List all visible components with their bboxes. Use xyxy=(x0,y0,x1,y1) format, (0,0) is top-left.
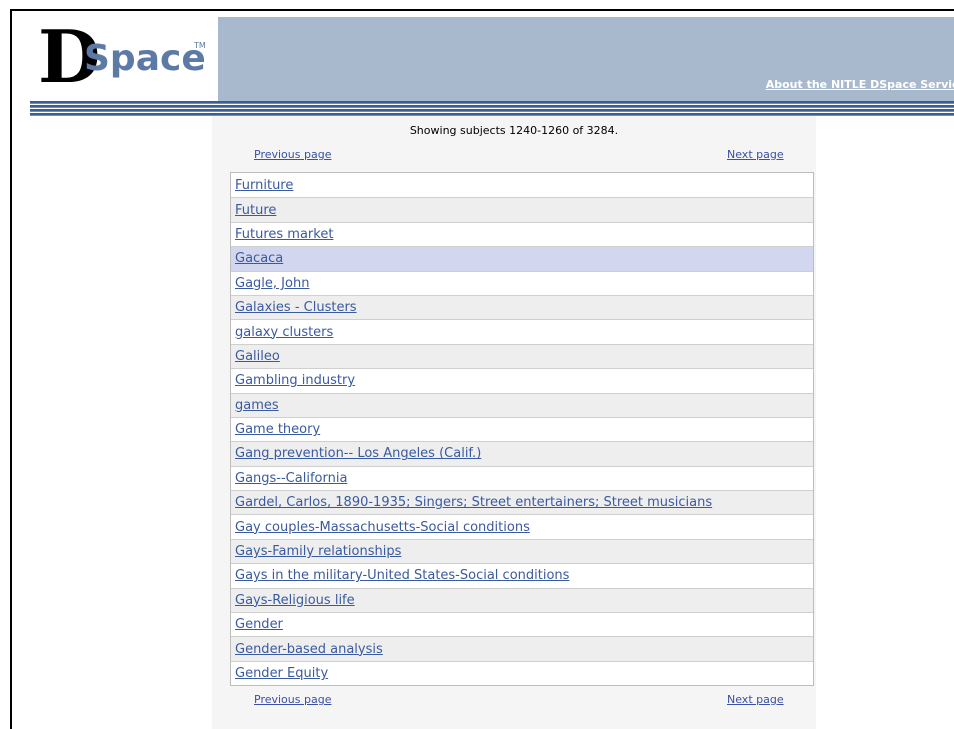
header-banner: About the NITLE DSpace Service xyxy=(218,17,954,101)
previous-page-link-top[interactable]: Previous page xyxy=(254,148,331,161)
subject-link[interactable]: Gender-based analysis xyxy=(235,642,383,657)
browser-frame: D Space TM About the NITLE DSpace Servic… xyxy=(10,9,954,729)
subject-row: Futures market xyxy=(231,221,813,247)
subject-row: galaxy clusters xyxy=(231,319,813,344)
subject-list: Furniture Future Futures market Gacaca Gagle… xyxy=(230,172,814,687)
subject-row: Gender xyxy=(231,612,813,637)
subject-row: Gang prevention-- Los Angeles (Calif.) xyxy=(231,441,813,466)
subject-link[interactable]: Gay couples-Massachusetts-Social conditi… xyxy=(235,520,530,535)
subject-row: Gambling industry xyxy=(231,368,813,393)
subject-row: Gangs--California xyxy=(231,465,813,491)
subject-link[interactable]: Furniture xyxy=(235,178,293,193)
subject-row: Galaxies - Clusters xyxy=(231,294,813,320)
subject-row: Gays-Family relationships xyxy=(231,538,813,564)
subject-link[interactable]: Gender xyxy=(235,617,283,632)
dspace-logo[interactable]: D Space TM xyxy=(26,15,216,101)
subject-link[interactable]: Gender Equity xyxy=(235,666,328,681)
subject-link[interactable]: Futures market xyxy=(235,227,333,242)
header-stripes xyxy=(30,101,954,117)
about-nitle-link[interactable]: About the NITLE DSpace Service xyxy=(766,78,954,91)
subject-link[interactable]: Galileo xyxy=(235,349,280,364)
next-page-link-bottom[interactable]: Next page xyxy=(727,693,784,706)
next-page-link-top[interactable]: Next page xyxy=(727,148,784,161)
subject-link[interactable]: Galaxies - Clusters xyxy=(235,300,357,315)
results-count-text: Showing subjects 1240-1260 of 3284. xyxy=(409,124,619,137)
subject-row: Future xyxy=(231,197,813,222)
subject-row: Gays-Religious life xyxy=(231,587,813,613)
logo-trademark: TM xyxy=(194,41,206,50)
subject-row: games xyxy=(231,392,813,417)
subject-link[interactable]: Gambling industry xyxy=(235,373,355,388)
subject-link[interactable]: Gays in the military-United States-Socia… xyxy=(235,568,569,583)
subject-link[interactable]: Future xyxy=(235,203,276,218)
header: D Space TM About the NITLE DSpace Servic… xyxy=(26,15,954,117)
subject-row: Gardel, Carlos, 1890-1935; Singers; Stre… xyxy=(231,490,813,515)
subject-link[interactable]: games xyxy=(235,398,279,413)
subject-link[interactable]: Game theory xyxy=(235,422,320,437)
subject-row: Gagle, John xyxy=(231,270,813,295)
subject-row: Gay couples-Massachusetts-Social conditi… xyxy=(231,514,813,539)
pager-bottom: Previous page Next page xyxy=(212,693,816,707)
subject-link[interactable]: Gardel, Carlos, 1890-1935; Singers; Stre… xyxy=(235,495,712,510)
subject-row: Gays in the military-United States-Socia… xyxy=(231,563,813,588)
subject-row: Gender-based analysis xyxy=(231,636,813,661)
subject-row: Gacaca xyxy=(231,246,813,271)
subject-row: Galileo xyxy=(231,343,813,369)
previous-page-link-bottom[interactable]: Previous page xyxy=(254,693,331,706)
subject-link[interactable]: Gagle, John xyxy=(235,276,309,291)
subject-row: Gender Equity xyxy=(231,660,813,686)
pager-top: Previous page Next page xyxy=(212,148,816,162)
logo-word-space: Space xyxy=(84,38,206,79)
subject-row: Game theory xyxy=(231,416,813,442)
subject-link[interactable]: Gacaca xyxy=(235,251,283,266)
subject-link[interactable]: Gays-Family relationships xyxy=(235,544,401,559)
subject-link[interactable]: Gays-Religious life xyxy=(235,593,355,608)
subject-link[interactable]: Gangs--California xyxy=(235,471,347,486)
subject-link[interactable]: Gang prevention-- Los Angeles (Calif.) xyxy=(235,446,481,461)
subject-row: Furniture xyxy=(231,173,813,198)
browse-subjects-panel: Showing subjects 1240-1260 of 3284. Prev… xyxy=(212,116,816,729)
subject-link[interactable]: galaxy clusters xyxy=(235,325,333,340)
